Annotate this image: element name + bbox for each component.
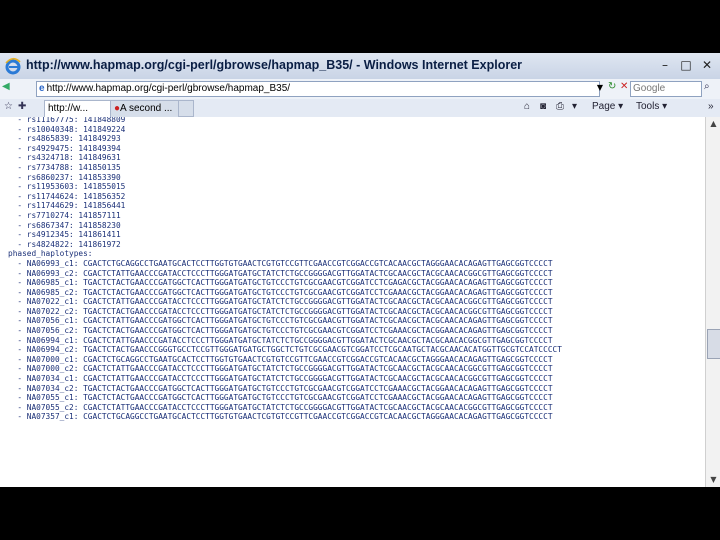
text-line: - rs6860237: 141853390 xyxy=(8,172,121,182)
text-line: - rs7734788: 141850135 xyxy=(8,162,121,172)
text-line: - rs11744629: 141856441 xyxy=(8,201,126,211)
maximize-button[interactable]: □ xyxy=(677,57,695,73)
tab-hapmap[interactable]: http://w... xyxy=(44,100,111,117)
tab-second[interactable]: ●A second ... xyxy=(110,100,179,117)
search-input[interactable]: Google xyxy=(630,81,702,97)
window-title: http://www.hapmap.org/cgi-perl/gbrowse/h… xyxy=(26,58,523,72)
print-icon[interactable]: ⎙ xyxy=(556,101,564,112)
browser-window: http://www.hapmap.org/cgi-perl/gbrowse/h… xyxy=(0,53,720,487)
text-line: - rs7710274: 141857111 xyxy=(8,210,121,220)
text-line: - NA06993_c1: CGACTCTGCAGGCCTGAATGCACTCC… xyxy=(8,258,553,268)
address-toolbar: ◀ e http://www.hapmap.org/cgi-perl/gbrows… xyxy=(0,79,720,99)
search-icon[interactable]: ⌕ xyxy=(704,81,716,95)
tab-label: http://w... xyxy=(48,103,89,114)
text-line: - rs4865839: 141849293 xyxy=(8,134,121,144)
text-line: - NA06993_c2: CGACTCTATTGAACCCGATACCTCCC… xyxy=(8,268,553,278)
stop-icon[interactable]: ✕ xyxy=(620,81,630,95)
text-line: - NA07056_c1: CGACTCTATTGAACCCGATGGCTCAC… xyxy=(8,316,553,326)
text-line: - rs6867347: 141858230 xyxy=(8,220,121,230)
text-line: - NA07056_c2: TGACTCTACTGAACCCGATGGCTCAC… xyxy=(8,326,553,336)
text-line: - rs4929475: 141849394 xyxy=(8,143,121,153)
tools-dropdown-icon[interactable]: ▾ xyxy=(572,101,577,112)
back-arrow-icon[interactable]: ◀ xyxy=(2,81,14,95)
tools-menu[interactable]: Tools ▾ xyxy=(636,101,667,112)
internet-explorer-icon xyxy=(5,57,21,75)
add-favorites-icon[interactable]: ✚ xyxy=(18,101,26,112)
text-line: - NA06985_c2: TGACTCTACTGAACCCGATGGCTCAC… xyxy=(8,287,553,297)
text-line: - NA07022_c2: TGACTCTACTGAACCCGATACCTCCC… xyxy=(8,306,553,316)
scrollbar-thumb[interactable] xyxy=(707,328,720,359)
text-line: - rs11167775: 141848809 xyxy=(8,117,126,124)
address-field[interactable]: e http://www.hapmap.org/cgi-perl/gbrowse/… xyxy=(36,81,600,97)
page-menu[interactable]: Page ▾ xyxy=(592,101,623,112)
address-url: http://www.hapmap.org/cgi-perl/gbrowse/h… xyxy=(46,83,291,94)
new-tab-button[interactable] xyxy=(178,100,194,117)
scroll-up-arrow-icon[interactable]: ▲ xyxy=(706,117,720,131)
text-line: - NA07022_c1: CGACTCTATTGAACCCGATACCTCCC… xyxy=(8,297,553,307)
home-icon[interactable]: ⌂ xyxy=(524,101,530,112)
text-line: - NA07357_c1: CGACTCTGCAGGCCTGAATGCACTCC… xyxy=(8,412,553,422)
text-line: - rs4824822: 141861972 xyxy=(8,239,121,249)
text-line: - rs4324718: 141849631 xyxy=(8,153,121,163)
text-line: - rs10040348: 141849224 xyxy=(8,124,126,134)
text-line: - NA07055_c2: CGACTCTATTGAACCCGATACCTCCC… xyxy=(8,402,553,412)
minimize-button[interactable]: – xyxy=(656,57,674,73)
text-line: - NA06994_c1: CGACTCTATTGAACCCGATACCTCCC… xyxy=(8,335,553,345)
address-dropdown-icon[interactable]: ▼ xyxy=(595,81,605,95)
text-line: - NA07000_c2: CGACTCTATTGAACCCGATACCTCCC… xyxy=(8,364,553,374)
text-line: - rs11953603: 141855015 xyxy=(8,182,126,192)
favorites-star-icon[interactable]: ☆ xyxy=(4,101,13,112)
page-content: - rs11167775: 141848809 - rs10040348: 14… xyxy=(0,117,705,487)
tab-bar: ☆ ✚ http://w... ●A second ... ⌂ ◙ ⎙ ▾ Pa… xyxy=(0,99,720,118)
chevron-right-icon[interactable]: » xyxy=(708,101,714,112)
text-line: - NA07000_c1: CGACTCTGCAGGCCTGAATGCACTCC… xyxy=(8,354,553,364)
text-line: - rs4912345: 141861411 xyxy=(8,230,121,240)
vertical-scrollbar[interactable]: ▲ ▼ xyxy=(705,117,720,487)
scroll-down-arrow-icon[interactable]: ▼ xyxy=(706,473,720,487)
yaml-text-block: - rs11167775: 141848809 - rs10040348: 14… xyxy=(8,117,562,422)
title-bar: http://www.hapmap.org/cgi-perl/gbrowse/h… xyxy=(0,53,720,80)
text-line: - NA07055_c1: TGACTCTACTGAACCCGATGGCTCAC… xyxy=(8,393,553,403)
text-line: - NA07034_c1: CGACTCTATTGAACCCGATACCTCCC… xyxy=(8,374,553,384)
text-line: - NA07034_c2: TGACTCTACTGAACCCGATGGCTCAC… xyxy=(8,383,553,393)
close-button[interactable]: ✕ xyxy=(698,57,716,73)
page-icon: e xyxy=(39,83,45,94)
refresh-icon[interactable]: ↻ xyxy=(608,81,620,95)
tab-label: A second ... xyxy=(120,103,173,114)
text-line: - NA06985_c1: TGACTCTACTGAACCCGATGGCTCAC… xyxy=(8,278,553,288)
text-line: - rs11744624: 141856352 xyxy=(8,191,126,201)
text-line: phased_haplotypes: xyxy=(8,249,93,259)
text-line: - NA06994_c2: TGACTCTACTGAACCCGGGTGCCTCC… xyxy=(8,345,562,355)
feeds-icon[interactable]: ◙ xyxy=(540,101,546,112)
